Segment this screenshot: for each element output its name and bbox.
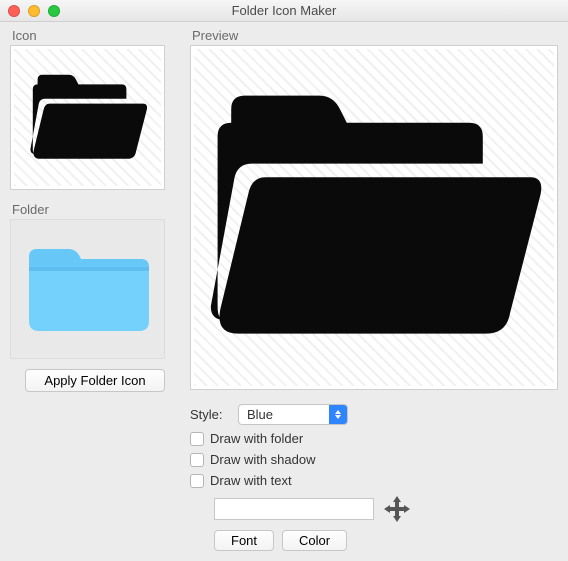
folder-section-label: Folder <box>12 202 180 217</box>
window-title: Folder Icon Maker <box>0 3 568 18</box>
preview-section-label: Preview <box>192 28 558 43</box>
draw-with-folder-label: Draw with folder <box>210 431 303 446</box>
draw-with-folder-checkbox[interactable] <box>190 432 204 446</box>
draw-with-shadow-checkbox[interactable] <box>190 453 204 467</box>
move-icon[interactable] <box>382 494 412 524</box>
draw-with-text-label: Draw with text <box>210 473 292 488</box>
style-label: Style: <box>190 407 230 422</box>
apply-folder-icon-button[interactable]: Apply Folder Icon <box>25 369 165 392</box>
titlebar: Folder Icon Maker <box>0 0 568 22</box>
open-folder-icon <box>204 78 544 358</box>
font-button[interactable]: Font <box>214 530 274 551</box>
style-select-value: Blue <box>239 407 329 422</box>
preview-well <box>190 45 558 390</box>
chevron-updown-icon <box>329 405 347 424</box>
color-button[interactable]: Color <box>282 530 347 551</box>
text-input[interactable] <box>214 498 374 520</box>
icon-section-label: Icon <box>12 28 180 43</box>
draw-with-shadow-label: Draw with shadow <box>210 452 316 467</box>
style-select[interactable]: Blue <box>238 404 348 425</box>
draw-with-text-checkbox[interactable] <box>190 474 204 488</box>
icon-well[interactable] <box>10 45 165 190</box>
mac-folder-icon <box>23 239 153 339</box>
open-folder-icon <box>28 68 148 168</box>
folder-well[interactable] <box>10 219 165 359</box>
